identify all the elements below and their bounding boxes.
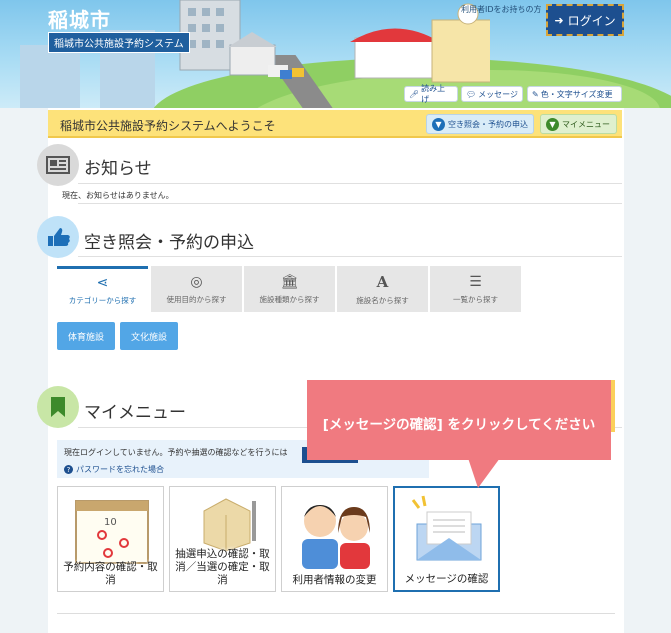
forgot-password-link[interactable]: ? パスワードを忘れた場合 [64,464,164,475]
login-notice: 現在ログインしていません。予約や抽選の確認などを行うには [64,448,288,457]
divider [78,256,622,257]
color-font-size-label: 色・文字サイズ変更 [540,89,613,99]
message-label: メッセージ [478,89,518,99]
reserve-title: 空き照会・予約の申込 [84,233,254,253]
svg-text:10: 10 [104,517,117,528]
reservation-check-label: 予約内容の確認・取消 [63,561,158,586]
lottery-check-card[interactable]: 抽選申込の確認・取消／当選の確定・取消 [169,486,276,592]
news-title: お知らせ [84,159,152,179]
tab-facility-name[interactable]: A 施設名から探す [337,266,428,312]
brush-icon: ✎ [532,89,539,99]
tab-facility-type-label: 施設種類から探す [259,294,320,304]
user-info-label: 利用者情報の変更 [292,574,377,586]
arrow-down-icon: ▼ [432,117,445,131]
callout-accent [611,380,615,432]
user-info-card[interactable]: 利用者情報の変更 [281,486,388,592]
forgot-password-label: パスワードを忘れた場合 [76,465,164,474]
tab-list-label: 一覧から探す [453,294,498,304]
question-icon: ? [64,465,73,474]
pointing-hand-icon [37,216,79,258]
tab-facility-name-label: 施設名から探す [356,295,409,305]
tab-category[interactable]: ⋖ カテゴリーから探す [57,266,148,312]
jump-mymenu-label: マイメニュー [562,119,610,129]
tab-list[interactable]: ☰ 一覧から探す [430,266,521,312]
instruction-text: [メッセージの確認] をクリックしてください [322,417,596,433]
reservation-check-card[interactable]: 10 予約内容の確認・取消 [57,486,164,592]
speech-bubble-icon: 💬︎ [466,89,477,99]
compass-icon: ◎ [190,273,203,290]
site-subtitle: 稲城市公共施設予約システム [48,32,190,53]
newspaper-icon [37,144,79,186]
building-icon: 🏛︎ [280,273,299,290]
category-sports-button[interactable]: 体育施設 [57,322,115,350]
site-header: 稲城市 稲城市公共施設予約システム 利用者IDをお持ちの方 ➜ ログイン 🎤︎ … [0,0,671,108]
color-font-size-button[interactable]: ✎ 色・文字サイズ変更 [527,86,622,102]
login-icon: ➜ [554,13,564,27]
callout-pointer [468,458,500,488]
users-icon [302,505,370,569]
lottery-check-label: 抽選申込の確認・取消／当選の確定・取消 [175,548,270,586]
jump-mymenu-button[interactable]: ▼ マイメニュー [540,114,617,134]
message-button[interactable]: 💬︎ メッセージ [461,86,523,102]
background-building [20,45,80,108]
list-icon: ☰ [469,273,482,290]
mymenu-title: マイメニュー [84,403,186,423]
news-message: 現在、お知らせはありません。 [62,191,174,200]
arrow-down-icon: ▼ [546,117,559,131]
font-icon: A [376,272,389,291]
read-aloud-label: 読み上げ [421,84,446,104]
microphone-icon: 🎤︎ [409,89,420,99]
envelope-icon [411,495,482,561]
tab-purpose[interactable]: ◎ 使用目的から探す [151,266,242,312]
login-hint: 利用者IDをお持ちの方 [461,5,542,14]
divider [78,183,622,184]
message-check-label: メッセージの確認 [404,573,489,585]
login-label: ログイン [567,13,616,28]
divider [57,613,615,614]
lottery-box-icon [203,498,256,552]
site-title: 稲城市 [48,8,111,32]
bookmark-icon [37,386,79,428]
tab-category-label: カテゴリーから探す [68,296,137,305]
tab-purpose-label: 使用目的から探す [166,294,227,304]
jump-reserve-button[interactable]: ▼ 空き照会・予約の申込 [426,114,534,134]
jump-reserve-label: 空き照会・予約の申込 [448,119,528,129]
welcome-text: 稲城市公共施設予約システムへようこそ [60,119,276,133]
tab-facility-type[interactable]: 🏛︎ 施設種類から探す [244,266,335,312]
login-button[interactable]: ➜ ログイン [546,4,624,36]
calendar-icon: 10 [75,500,149,564]
share-icon: ⋖ [96,275,109,291]
divider [78,203,622,204]
category-culture-button[interactable]: 文化施設 [120,322,178,350]
read-aloud-button[interactable]: 🎤︎ 読み上げ [404,84,458,104]
message-check-card[interactable]: メッセージの確認 [393,486,500,592]
